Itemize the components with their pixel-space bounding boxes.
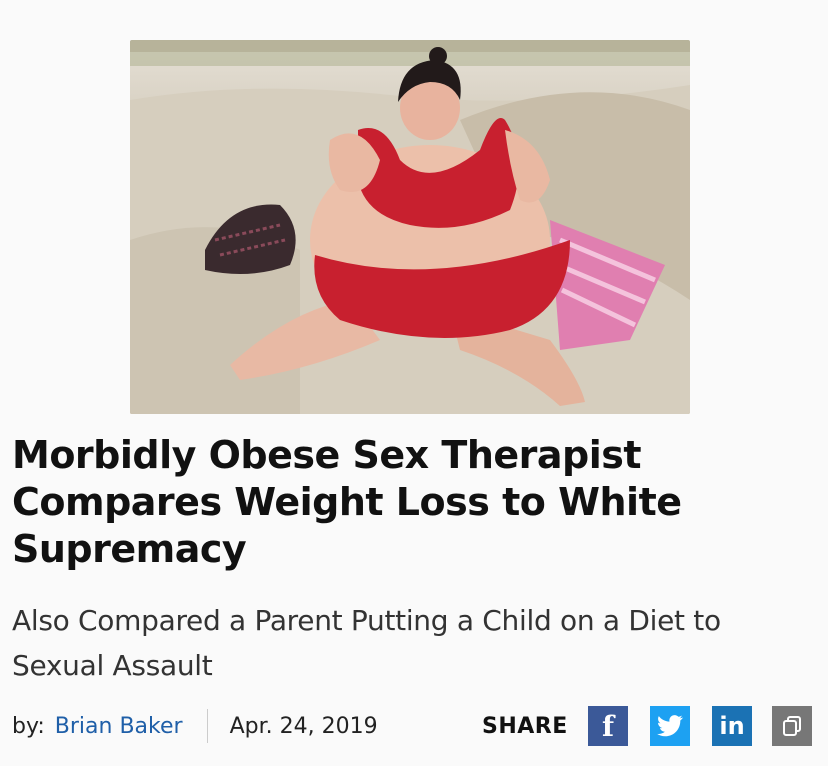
article-page: Morbidly Obese Sex Therapist Compares We…	[0, 0, 828, 766]
publish-date: Apr. 24, 2019	[229, 713, 378, 739]
byline-prefix: by:	[12, 713, 45, 739]
author-link[interactable]: Brian Baker	[55, 714, 183, 739]
article-subheadline: Also Compared a Parent Putting a Child o…	[12, 604, 721, 682]
article-headline: Morbidly Obese Sex Therapist Compares We…	[12, 433, 682, 571]
share-linkedin-button[interactable]: in	[712, 706, 752, 746]
article-byline: by: Brian Baker Apr. 24, 2019 SHARE f in	[12, 704, 828, 748]
share-twitter-button[interactable]	[650, 706, 690, 746]
byline-divider	[206, 709, 208, 743]
twitter-icon	[657, 715, 683, 737]
copy-link-button[interactable]	[772, 706, 812, 746]
facebook-icon: f	[601, 709, 615, 743]
copy-link-icon	[783, 716, 801, 736]
hero-photo-illustration	[130, 40, 690, 414]
hero-image	[130, 40, 690, 414]
share-label: SHARE	[482, 714, 568, 739]
share-facebook-button[interactable]: f	[588, 706, 628, 746]
linkedin-icon: in	[719, 712, 745, 740]
